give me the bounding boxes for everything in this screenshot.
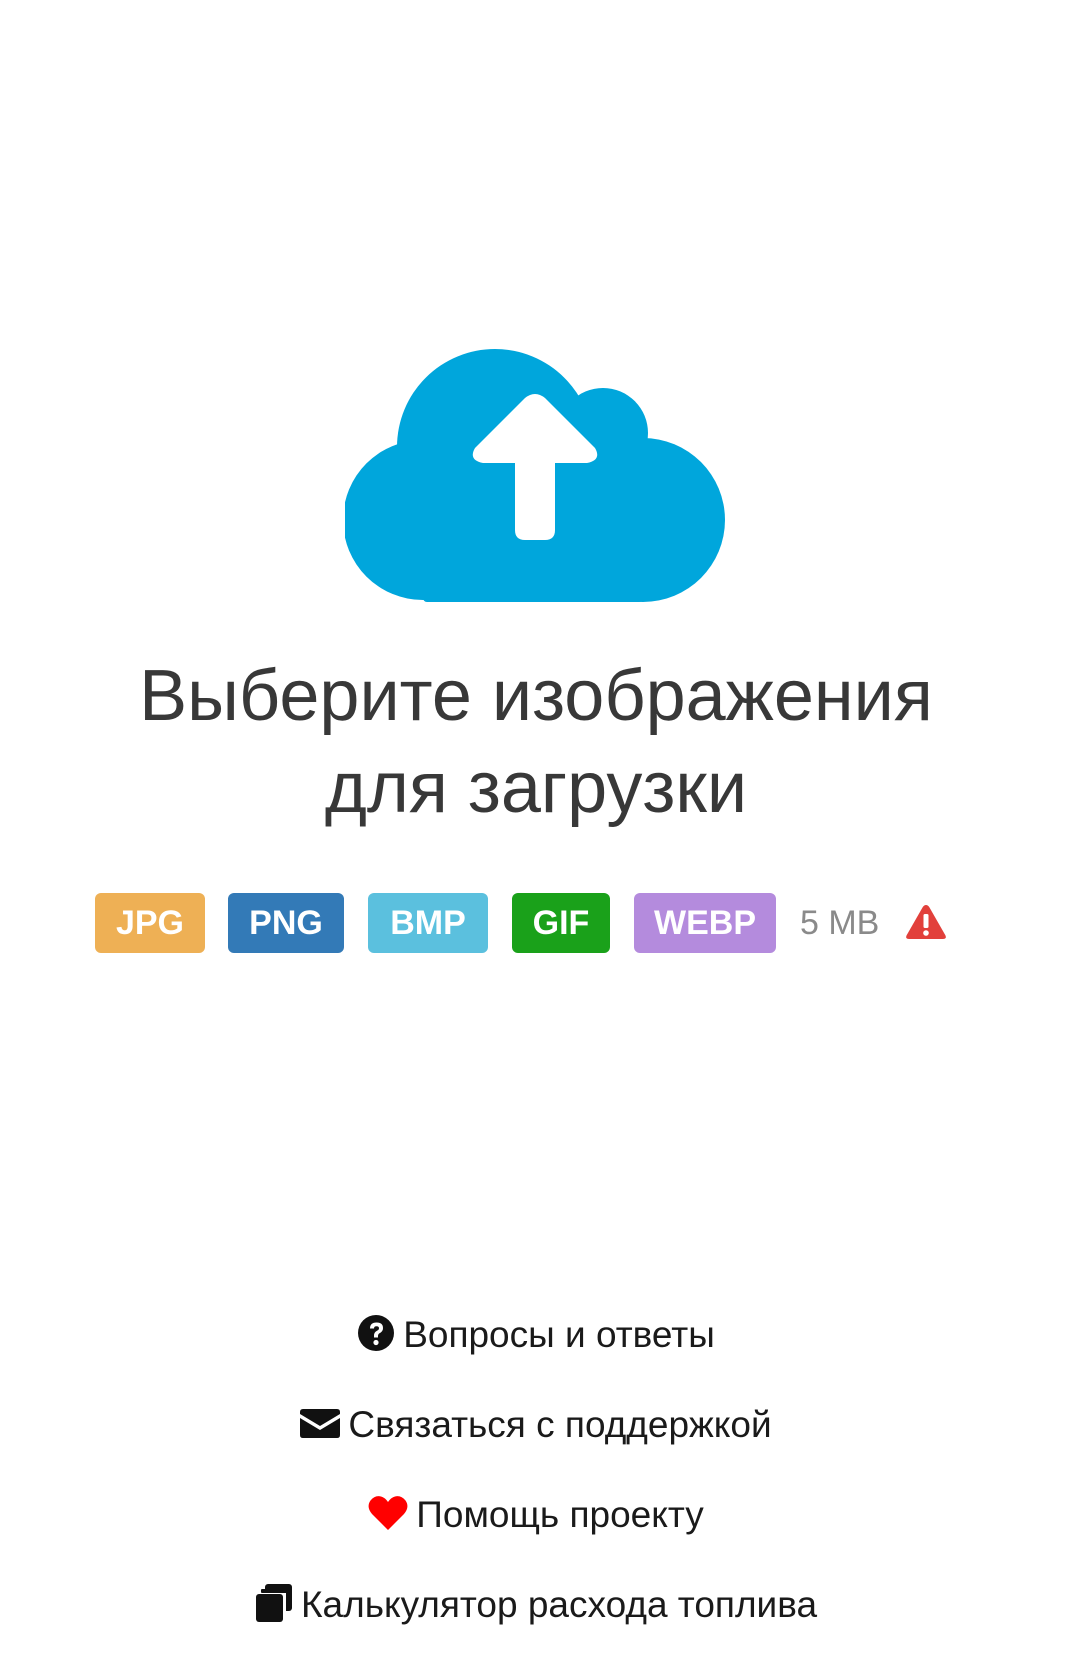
question-circle-icon: [357, 1314, 395, 1352]
upload-title: Выберите изображения для загрузки: [0, 650, 1072, 834]
contact-support-link[interactable]: Связаться с поддержкой: [0, 1390, 1072, 1480]
size-limit-text: 5 MB: [800, 904, 880, 942]
format-badge-gif: GIF: [512, 893, 610, 953]
copy-icon: [255, 1583, 293, 1623]
donate-link[interactable]: Помощь проекту: [0, 1480, 1072, 1570]
upload-title-line-1: Выберите изображения: [139, 656, 933, 736]
upload-title-line-2: для загрузки: [324, 748, 748, 828]
format-badge-png: PNG: [228, 893, 344, 953]
faq-link-label: Вопросы и ответы: [403, 1314, 715, 1355]
format-badge-bmp: BMP: [368, 893, 488, 953]
cloud-upload-icon[interactable]: [345, 335, 725, 605]
format-badge-webp: WEBP: [634, 893, 776, 953]
envelope-icon: [300, 1407, 341, 1439]
contact-support-link-label: Связаться с поддержкой: [348, 1404, 772, 1445]
warning-triangle-icon[interactable]: [905, 903, 947, 941]
fuel-calculator-link-label: Калькулятор расхода топлива: [300, 1584, 818, 1625]
footer-links: Вопросы и ответы Связаться с поддержкой …: [0, 1300, 1072, 1660]
format-badge-jpg: JPG: [95, 893, 205, 953]
fuel-calculator-link[interactable]: Калькулятор расхода топлива: [0, 1570, 1072, 1660]
heart-icon: [368, 1495, 408, 1531]
upload-dropzone[interactable]: Выберите изображения для загрузки JPG PN…: [0, 0, 1072, 1230]
supported-formats: JPG PNG BMP GIF WEBP 5 MB: [0, 893, 1072, 955]
faq-link[interactable]: Вопросы и ответы: [0, 1300, 1072, 1390]
donate-link-label: Помощь проекту: [416, 1494, 704, 1535]
